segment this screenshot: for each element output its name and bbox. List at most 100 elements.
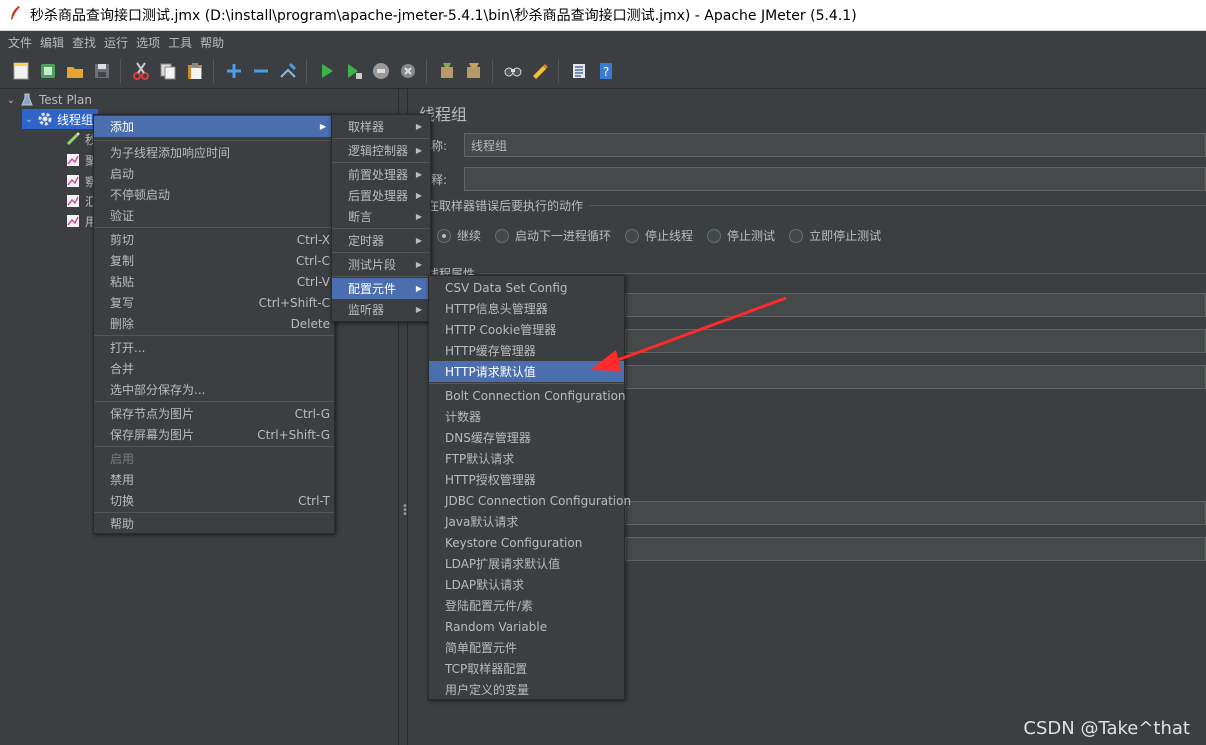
menu-item-http-header-manager[interactable]: HTTP信息头管理器 [429,298,624,319]
stop-icon[interactable] [368,58,394,84]
menu-item-paste[interactable]: 粘贴 Ctrl-V [94,271,334,292]
menu-item-timer[interactable]: 定时器 ▶ [332,230,430,251]
menu-bar: 文件 编辑 查找 运行 选项 工具 帮助 [0,31,1206,53]
menu-item-csv-data-set[interactable]: CSV Data Set Config [429,277,624,298]
start-no-pause-icon[interactable] [341,58,367,84]
search-icon[interactable] [500,58,526,84]
menu-item-random-variable[interactable]: Random Variable [429,616,624,637]
shutdown-icon[interactable] [395,58,421,84]
menu-options[interactable]: 选项 [132,34,164,51]
toggle-icon[interactable] [275,58,301,84]
menu-item-config-element[interactable]: 配置元件 ▶ [332,278,430,299]
menu-item-ldap-ext-defaults[interactable]: LDAP扩展请求默认值 [429,553,624,574]
menu-item-cut[interactable]: 剪切 Ctrl-X [94,229,334,250]
menu-item-open[interactable]: 打开... [94,337,334,358]
menu-item-start-no-pause[interactable]: 不停顿启动 [94,184,334,205]
menu-item-copy[interactable]: 复制 Ctrl-C [94,250,334,271]
tree-node-thread-group[interactable]: ⌄ 线程组 [22,109,98,129]
function-helper-icon[interactable] [566,58,592,84]
menu-item-add[interactable]: 添加 ▶ [94,116,334,137]
menu-item-post-processor[interactable]: 后置处理器 ▶ [332,185,430,206]
radio-start-next-loop[interactable] [495,228,510,243]
radio-stop-thread[interactable] [625,228,640,243]
clear-icon[interactable] [434,58,460,84]
menu-item-http-auth-manager[interactable]: HTTP授权管理器 [429,469,624,490]
menu-item-keystore-config[interactable]: Keystore Configuration [429,532,624,553]
comment-field[interactable] [464,167,1206,191]
menu-item-counter[interactable]: 计数器 [429,406,624,427]
submenu-arrow-icon: ▶ [415,146,422,155]
splitter-grip-icon[interactable]: • • • [402,502,408,520]
menu-item-label: Random Variable [445,619,548,634]
menu-item-save-node-image[interactable]: 保存节点为图片 Ctrl-G [94,403,334,424]
menu-item-assertion[interactable]: 断言 ▶ [332,206,430,227]
menu-item-sampler[interactable]: 取样器 ▶ [332,116,430,137]
menu-item-save-screen-image[interactable]: 保存屏幕为图片 Ctrl+Shift-G [94,424,334,445]
menu-item-http-request-defaults[interactable]: HTTP请求默认值 [429,361,624,382]
cut-icon[interactable] [128,58,154,84]
startup-delay-field[interactable] [625,537,1206,561]
menu-search[interactable]: 查找 [68,34,100,51]
menu-item-java-defaults[interactable]: Java默认请求 [429,511,624,532]
menu-item-http-cache-manager[interactable]: HTTP缓存管理器 [429,340,624,361]
menu-item-start[interactable]: 启动 [94,163,334,184]
menu-item-label: 启动 [110,167,135,181]
menu-item-save-selection-as[interactable]: 选中部分保存为... [94,379,334,400]
paste-icon[interactable] [182,58,208,84]
copy-icon[interactable] [155,58,181,84]
menu-item-login-config[interactable]: 登陆配置元件/素 [429,595,624,616]
menu-tools[interactable]: 工具 [164,34,196,51]
collapse-icon[interactable] [248,58,274,84]
threads-count-field[interactable] [625,293,1206,317]
name-label: 称: [431,139,448,153]
clear-all-icon[interactable] [461,58,487,84]
menu-item-listener[interactable]: 监听器 ▶ [332,299,430,320]
new-icon[interactable] [8,58,34,84]
menu-item-bolt-connection[interactable]: Bolt Connection Configuration [429,385,626,406]
ramp-up-field[interactable] [625,329,1206,353]
menu-item-logic-controller[interactable]: 逻辑控制器 ▶ [332,140,430,161]
menu-item-test-fragment[interactable]: 测试片段 ▶ [332,254,430,275]
menu-help[interactable]: 帮助 [196,34,228,51]
menu-item-jdbc-connection[interactable]: JDBC Connection Configuration [429,490,631,511]
radio-stop-test[interactable] [707,228,722,243]
templates-icon[interactable] [35,58,61,84]
menu-item-pre-processor[interactable]: 前置处理器 ▶ [332,164,430,185]
start-icon[interactable] [314,58,340,84]
menu-item-ldap-defaults[interactable]: LDAP默认请求 [429,574,624,595]
radio-continue[interactable] [437,228,451,243]
duration-field[interactable] [625,501,1206,525]
menu-item-disable[interactable]: 禁用 [94,469,334,490]
radio-stop-test-now[interactable] [789,228,804,243]
menu-item-add-response-time[interactable]: 为子线程添加响应时间 [94,142,334,163]
menu-separator [332,252,430,253]
tree-node-test-plan[interactable]: ⌄ Test Plan [4,90,92,110]
menu-file[interactable]: 文件 [4,34,36,51]
menu-item-user-defined-variables[interactable]: 用户定义的变量 [429,679,624,700]
menu-item-http-cookie-manager[interactable]: HTTP Cookie管理器 [429,319,624,340]
reset-search-icon[interactable] [527,58,553,84]
menu-item-validate[interactable]: 验证 [94,205,334,226]
chevron-down-icon[interactable]: ⌄ [4,95,18,106]
submenu-arrow-icon: ▶ [415,122,422,131]
menu-item-ftp-defaults[interactable]: FTP默认请求 [429,448,624,469]
menu-item-merge[interactable]: 合并 [94,358,334,379]
menu-item-help[interactable]: 帮助 [94,513,334,534]
menu-item-simple-config[interactable]: 简单配置元件 [429,637,624,658]
help-icon[interactable]: ? [593,58,619,84]
toolbar-separator [306,58,314,83]
menu-item-delete[interactable]: 删除 Delete [94,313,334,334]
chevron-down-icon[interactable]: ⌄ [22,114,36,125]
jmeter-feather-icon [0,5,30,25]
save-icon[interactable] [89,58,115,84]
menu-item-toggle[interactable]: 切换 Ctrl-T [94,490,334,511]
menu-item-duplicate[interactable]: 复写 Ctrl+Shift-C [94,292,334,313]
menu-run[interactable]: 运行 [100,34,132,51]
menu-item-tcp-sampler-config[interactable]: TCP取样器配置 [429,658,624,679]
menu-item-dns-cache-manager[interactable]: DNS缓存管理器 [429,427,624,448]
loop-count-field[interactable] [625,365,1206,389]
menu-edit[interactable]: 编辑 [36,34,68,51]
name-field[interactable]: 线程组 [464,133,1206,157]
open-icon[interactable] [62,58,88,84]
expand-icon[interactable] [221,58,247,84]
